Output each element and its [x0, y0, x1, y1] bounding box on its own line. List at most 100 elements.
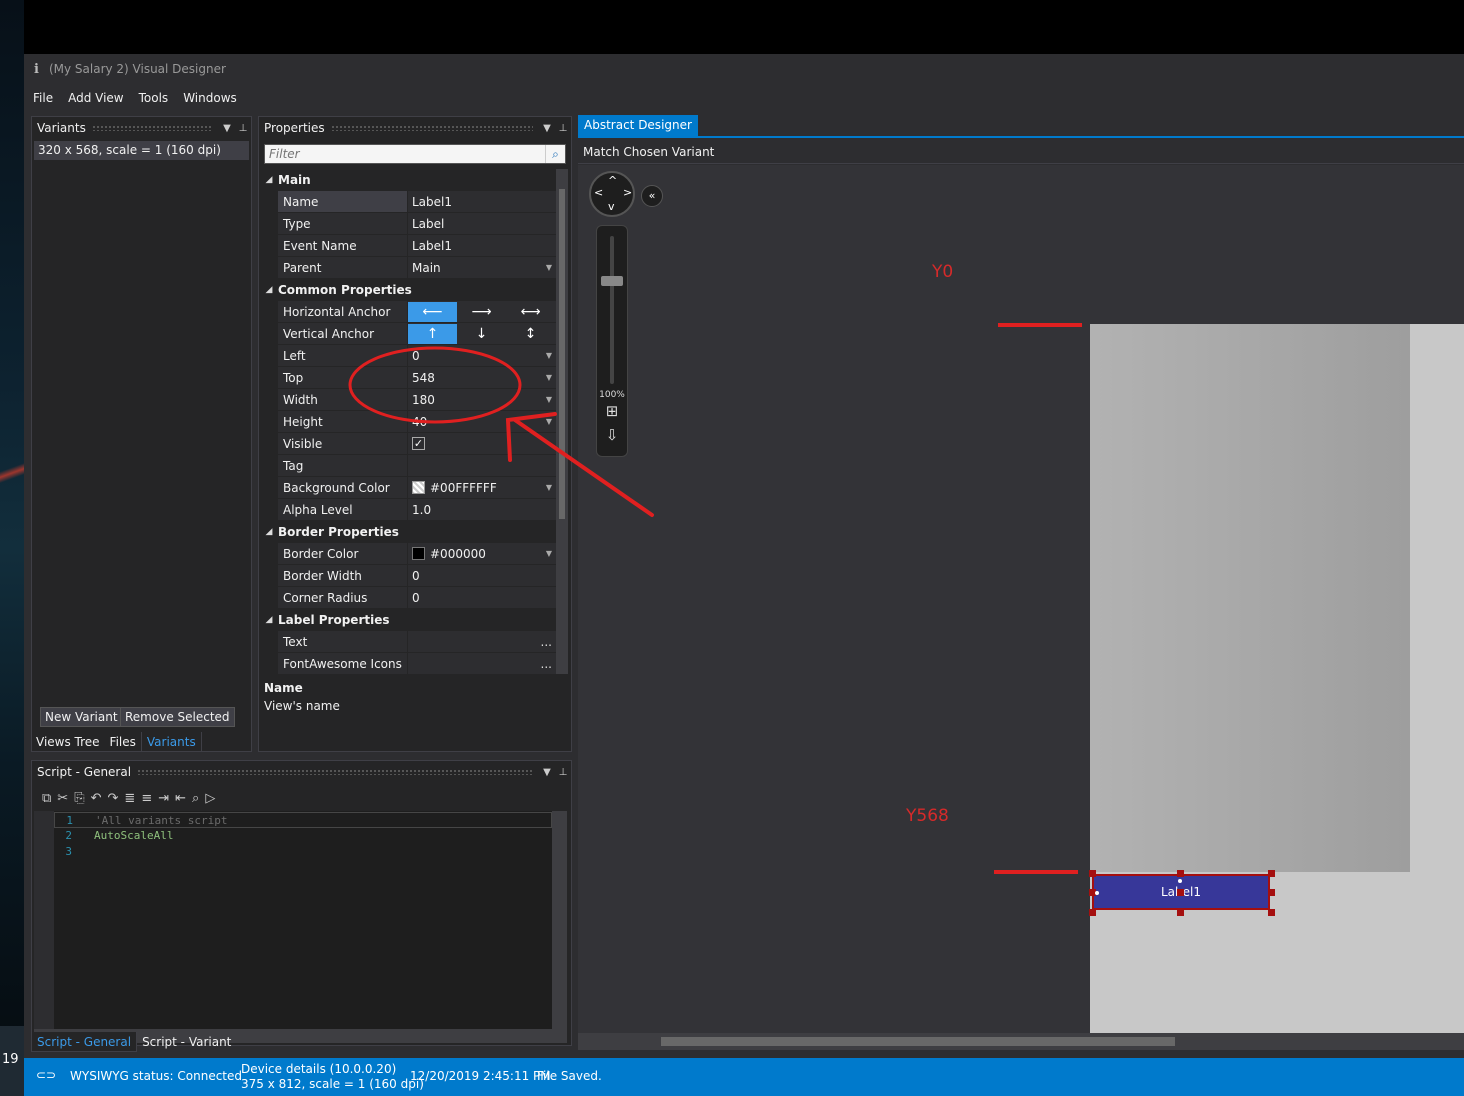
filter-input[interactable]	[265, 145, 545, 163]
resize-handle[interactable]	[1268, 870, 1275, 877]
property-value[interactable]: Label1	[408, 191, 556, 213]
designer-horizontal-scrollbar[interactable]	[578, 1033, 1464, 1050]
match-chosen-variant-label[interactable]: Match Chosen Variant	[583, 145, 714, 159]
property-value[interactable]	[408, 455, 556, 477]
indent-icon[interactable]: ⇥	[158, 791, 169, 806]
property-row-alpha-level[interactable]: Alpha Level 1.0	[260, 499, 556, 521]
resize-handle[interactable]	[1177, 909, 1184, 916]
dropdown-arrow-icon[interactable]: ▼	[546, 389, 552, 411]
property-row-height[interactable]: Height 40 ▼	[260, 411, 556, 433]
dropdown-arrow-icon[interactable]: ▼	[539, 767, 555, 778]
nav-left-icon[interactable]: <	[594, 186, 603, 199]
property-row-border-width[interactable]: Border Width 0	[260, 565, 556, 587]
category-border-properties[interactable]: ◢ Border Properties	[260, 521, 556, 543]
property-row-background-color[interactable]: Background Color #00FFFFFF ▼	[260, 477, 556, 499]
variant-item[interactable]: 320 x 568, scale = 1 (160 dpi)	[34, 141, 249, 160]
zoom-slider[interactable]	[610, 236, 614, 384]
property-row-fontawesome-icons[interactable]: FontAwesome Icons...	[260, 653, 556, 674]
property-value[interactable]: 0	[408, 565, 556, 587]
collapse-triangle-icon[interactable]: ◢	[260, 527, 278, 537]
collapse-triangle-icon[interactable]: ◢	[260, 285, 278, 295]
property-value[interactable]: 180 ▼	[408, 389, 556, 411]
menu-add-view[interactable]: Add View	[68, 91, 124, 105]
find-icon[interactable]: ⌕	[192, 791, 199, 806]
property-value[interactable]: 1.0	[408, 499, 556, 521]
nav-right-icon[interactable]: >	[623, 186, 632, 199]
collapse-icon[interactable]: «	[641, 185, 663, 207]
pin-icon[interactable]: ⊥	[555, 123, 571, 134]
property-row-visible[interactable]: Visible ✓	[260, 433, 556, 455]
properties-scrollbar[interactable]	[556, 169, 568, 674]
scrollbar-thumb[interactable]	[559, 189, 565, 519]
property-row-horizontal-anchor[interactable]: Horizontal Anchor ⟵ ⟶ ⟷	[260, 301, 556, 323]
code-editor[interactable]: 1 'All variants script 2 AutoScaleAll 3	[34, 811, 552, 1029]
resize-handle[interactable]	[1089, 909, 1096, 916]
resize-handle[interactable]	[1177, 889, 1184, 896]
arrow-up-icon[interactable]: ↑	[408, 323, 457, 344]
category-common-properties[interactable]: ◢ Common Properties	[260, 279, 556, 301]
code-vertical-scrollbar[interactable]	[552, 811, 567, 1029]
pin-icon[interactable]: ⊥	[235, 123, 251, 134]
property-row-vertical-anchor[interactable]: Vertical Anchor ↑ ↓ ↕	[260, 323, 556, 345]
property-row-tag[interactable]: Tag	[260, 455, 556, 477]
tab-abstract-designer[interactable]: Abstract Designer	[578, 115, 698, 136]
code-line[interactable]: 3	[54, 844, 552, 860]
menu-tools[interactable]: Tools	[139, 91, 169, 105]
property-value[interactable]: 0 ▼	[408, 345, 556, 367]
arrow-both-horizontal-icon[interactable]: ⟷	[506, 302, 555, 322]
dropdown-arrow-icon[interactable]: ▼	[546, 257, 552, 279]
property-row-event-name[interactable]: Event Name Label1	[260, 235, 556, 257]
comment-icon[interactable]: ≣	[124, 791, 135, 806]
property-row-parent[interactable]: Parent Main ▼	[260, 257, 556, 279]
dropdown-arrow-icon[interactable]: ▼	[546, 367, 552, 389]
zoom-slider-thumb[interactable]	[601, 276, 623, 286]
category-label-properties[interactable]: ◢ Label Properties	[260, 609, 556, 631]
run-icon[interactable]: ▷	[205, 791, 215, 806]
category-main[interactable]: ◢ Main	[260, 169, 556, 191]
collapse-triangle-icon[interactable]: ◢	[260, 615, 278, 625]
export-icon[interactable]: ⇩	[603, 426, 621, 444]
property-row-left[interactable]: Left 0 ▼	[260, 345, 556, 367]
new-variant-button[interactable]: New Variant	[40, 707, 123, 727]
nav-up-icon[interactable]: ^	[608, 174, 617, 187]
ellipsis-button[interactable]: ...	[541, 631, 552, 653]
property-value[interactable]: ...	[408, 631, 556, 653]
arrow-both-vertical-icon[interactable]: ↕	[506, 324, 555, 344]
search-icon[interactable]: ⌕	[545, 145, 565, 163]
resize-handle[interactable]	[1268, 889, 1275, 896]
fit-screen-icon[interactable]: ⊞	[603, 402, 621, 420]
property-row-border-color[interactable]: Border Color #000000 ▼	[260, 543, 556, 565]
tab-files[interactable]: Files	[105, 732, 141, 752]
property-value[interactable]: ...	[408, 653, 556, 674]
paste-icon[interactable]: ⎘	[74, 791, 84, 806]
property-value[interactable]: 40 ▼	[408, 411, 556, 433]
nav-pad-icon[interactable]: ^ v < >	[589, 171, 635, 217]
property-value[interactable]: #00FFFFFF ▼	[408, 477, 556, 499]
resize-handle[interactable]	[1268, 909, 1275, 916]
tab-views-tree[interactable]: Views Tree	[31, 732, 105, 752]
nav-down-icon[interactable]: v	[608, 200, 615, 213]
tab-script-variant[interactable]: Script - Variant	[137, 1032, 236, 1052]
dropdown-arrow-icon[interactable]: ▼	[546, 411, 552, 433]
tab-script-general[interactable]: Script - General	[31, 1032, 138, 1052]
outdent-icon[interactable]: ⇤	[175, 791, 186, 806]
arrow-left-icon[interactable]: ⟵	[408, 301, 457, 322]
property-row-name[interactable]: Name Label1	[260, 191, 556, 213]
property-row-corner-radius[interactable]: Corner Radius 0	[260, 587, 556, 609]
undo-icon[interactable]: ↶	[91, 791, 102, 806]
remove-selected-button[interactable]: Remove Selected	[120, 707, 235, 727]
property-value[interactable]: Label1	[408, 235, 556, 257]
property-row-text[interactable]: Text...	[260, 631, 556, 653]
property-value[interactable]: Main ▼	[408, 257, 556, 279]
collapse-triangle-icon[interactable]: ◢	[260, 175, 278, 185]
uncomment-icon[interactable]: ≡	[141, 791, 152, 806]
arrow-down-icon[interactable]: ↓	[457, 324, 506, 344]
ellipsis-button[interactable]: ...	[541, 653, 552, 674]
property-row-top[interactable]: Top 548 ▼	[260, 367, 556, 389]
designer-canvas[interactable]: ^ v < > « 100% ⊞ ⇩ Label1	[578, 165, 1464, 1033]
property-row-type[interactable]: Type Label	[260, 213, 556, 235]
dropdown-arrow-icon[interactable]: ▼	[546, 543, 552, 565]
resize-handle[interactable]	[1177, 870, 1184, 877]
dropdown-arrow-icon[interactable]: ▼	[546, 477, 552, 499]
copy-icon[interactable]: ⧉	[42, 791, 51, 806]
